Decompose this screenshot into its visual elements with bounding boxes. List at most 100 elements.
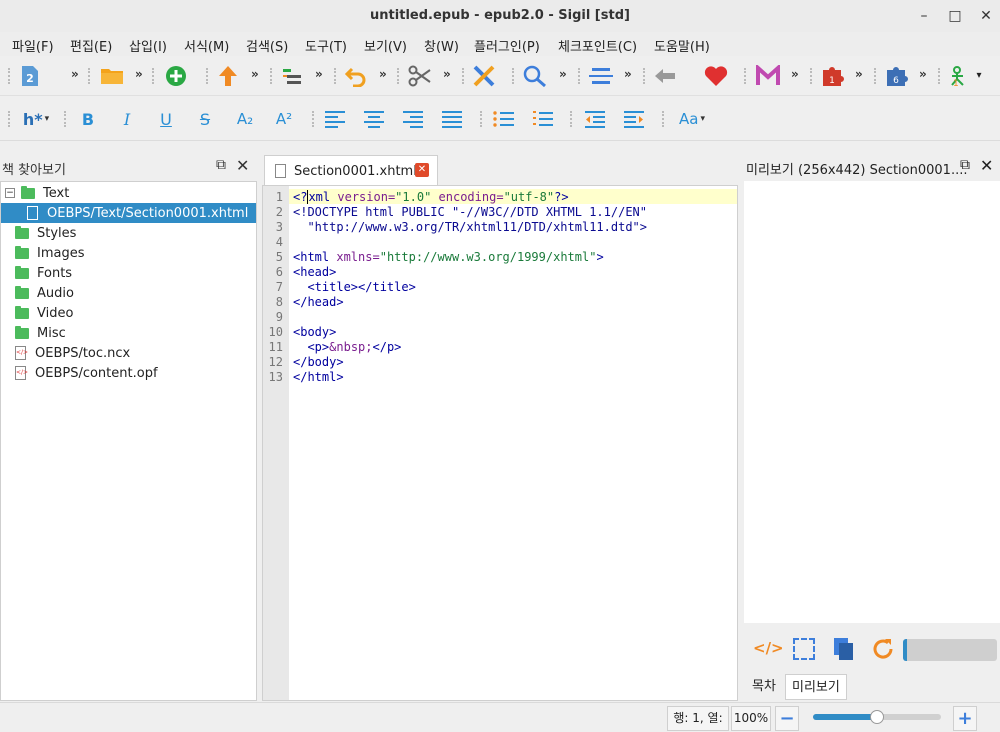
- toolbar-overflow[interactable]: »: [559, 67, 567, 81]
- plugin-run-icon[interactable]: 1: [947, 64, 973, 88]
- float-panel-icon[interactable]: ⧉: [216, 157, 226, 173]
- indent-icon[interactable]: [622, 107, 646, 131]
- toolbar-grip[interactable]: [480, 111, 483, 127]
- change-case-dropdown[interactable]: Aa ▾: [672, 107, 712, 131]
- tree-item-fonts-folder[interactable]: Fonts: [1, 263, 256, 283]
- code-editor[interactable]: 1 2 3 4 5 6 7 8 9 10 11 12 13 <?xml version="1.0" en…: [262, 185, 738, 701]
- heading-dropdown[interactable]: h* ▾: [18, 107, 54, 131]
- split-chapter-icon[interactable]: [280, 64, 304, 88]
- new-epub2-icon[interactable]: 2: [18, 64, 42, 88]
- tree-item-video-folder[interactable]: Video: [1, 303, 256, 323]
- tab-section0001[interactable]: Section0001.xhtml ✕: [264, 155, 438, 185]
- add-file-icon[interactable]: [164, 64, 188, 88]
- toolbar-grip[interactable]: [570, 111, 573, 127]
- toolbar-overflow[interactable]: »: [624, 67, 632, 81]
- align-justify-icon[interactable]: [440, 107, 464, 131]
- numbered-list-icon[interactable]: [531, 107, 555, 131]
- strikethrough-button[interactable]: S: [193, 107, 217, 131]
- tree-item-content-opf[interactable]: </> OEBPS/content.opf: [1, 363, 256, 383]
- toolbar-grip[interactable]: [662, 111, 665, 127]
- arrow-left-icon[interactable]: [652, 64, 678, 88]
- toolbar-grip[interactable]: [334, 68, 337, 84]
- zoom-slider[interactable]: [805, 710, 949, 724]
- menu-file[interactable]: 파일(F): [12, 36, 54, 55]
- validate-icon[interactable]: [472, 64, 496, 88]
- open-folder-icon[interactable]: [99, 64, 125, 88]
- subscript-button[interactable]: A₂: [232, 107, 258, 131]
- toolbar-grip[interactable]: [312, 111, 315, 127]
- select-all-icon[interactable]: [793, 638, 815, 660]
- tab-preview[interactable]: 미리보기: [785, 674, 847, 700]
- zoom-slider-handle[interactable]: [870, 710, 884, 724]
- toolbar-grip[interactable]: [744, 68, 747, 84]
- minimize-button[interactable]: –: [914, 6, 934, 26]
- align-center-icon[interactable]: [362, 107, 386, 131]
- toolbar-grip[interactable]: [578, 68, 581, 84]
- collapse-icon[interactable]: −: [5, 188, 15, 198]
- close-tab-icon[interactable]: ✕: [415, 163, 429, 177]
- toolbar-grip[interactable]: [64, 111, 67, 127]
- arrow-up-icon[interactable]: [216, 64, 240, 88]
- code-view-icon[interactable]: </>: [753, 639, 784, 657]
- toolbar-grip[interactable]: [874, 68, 877, 84]
- tree-item-toc-ncx[interactable]: </> OEBPS/toc.ncx: [1, 343, 256, 363]
- toolbar-overflow[interactable]: »: [315, 67, 323, 81]
- align-right-icon[interactable]: [401, 107, 425, 131]
- close-panel-icon[interactable]: ✕: [980, 156, 993, 175]
- tree-item-text-folder[interactable]: − Text: [1, 183, 256, 203]
- toolbar-overflow[interactable]: »: [71, 67, 79, 81]
- outdent-icon[interactable]: [583, 107, 607, 131]
- underline-button[interactable]: U: [154, 107, 178, 131]
- tree-item-audio-folder[interactable]: Audio: [1, 283, 256, 303]
- close-button[interactable]: ✕: [976, 6, 996, 26]
- maximize-button[interactable]: □: [945, 6, 965, 26]
- toolbar-overflow[interactable]: »: [443, 67, 451, 81]
- menu-edit[interactable]: 편집(E): [70, 36, 112, 55]
- toolbar-overflow[interactable]: »: [855, 67, 863, 81]
- undo-icon[interactable]: [344, 64, 368, 88]
- menu-help[interactable]: 도움말(H): [654, 36, 710, 55]
- toolbar-grip[interactable]: [462, 68, 465, 84]
- italic-button[interactable]: I: [115, 107, 139, 131]
- toolbar-grip[interactable]: [270, 68, 273, 84]
- heart-icon[interactable]: [703, 64, 729, 88]
- bold-button[interactable]: B: [76, 107, 100, 131]
- metadata-icon[interactable]: [755, 64, 781, 88]
- menu-search[interactable]: 검색(S): [246, 36, 288, 55]
- toolbar-grip[interactable]: [8, 68, 11, 84]
- plugin-puzzle-red-icon[interactable]: 1: [820, 64, 846, 88]
- tree-item-styles-folder[interactable]: Styles: [1, 223, 256, 243]
- menu-insert[interactable]: 삽입(I): [129, 36, 167, 55]
- menu-view[interactable]: 보기(V): [364, 36, 407, 55]
- toolbar-grip[interactable]: [152, 68, 155, 84]
- float-panel-icon[interactable]: ⧉: [960, 157, 970, 173]
- table-of-contents-icon[interactable]: [588, 64, 614, 88]
- toolbar-grip[interactable]: [512, 68, 515, 84]
- zoom-in-button[interactable]: +: [953, 706, 977, 731]
- tab-toc[interactable]: 목차: [747, 674, 781, 700]
- toolbar-grip[interactable]: [810, 68, 813, 84]
- toolbar-overflow[interactable]: »: [251, 67, 259, 81]
- bullet-list-icon[interactable]: [492, 107, 516, 131]
- toolbar-grip[interactable]: [938, 68, 941, 84]
- toolbar-overflow[interactable]: »: [135, 67, 143, 81]
- menu-tools[interactable]: 도구(T): [305, 36, 347, 55]
- tree-item-misc-folder[interactable]: Misc: [1, 323, 256, 343]
- chevron-down-icon[interactable]: ▾: [973, 67, 985, 83]
- toolbar-overflow[interactable]: »: [379, 67, 387, 81]
- copy-icon[interactable]: [833, 637, 855, 661]
- tree-item-images-folder[interactable]: Images: [1, 243, 256, 263]
- close-panel-icon[interactable]: ✕: [236, 156, 249, 175]
- zoom-out-button[interactable]: −: [775, 706, 799, 731]
- toolbar-grip[interactable]: [206, 68, 209, 84]
- menu-window[interactable]: 창(W): [424, 36, 459, 55]
- cut-icon[interactable]: [407, 64, 433, 88]
- menu-plugins[interactable]: 플러그인(P): [474, 36, 540, 55]
- tree-item-section0001[interactable]: OEBPS/Text/Section0001.xhtml: [1, 203, 256, 223]
- menu-format[interactable]: 서식(M): [184, 36, 229, 55]
- preview-pane[interactable]: [744, 181, 1000, 623]
- align-left-icon[interactable]: [323, 107, 347, 131]
- toolbar-grip[interactable]: [8, 111, 11, 127]
- plugin-puzzle-blue-icon[interactable]: 6: [884, 64, 910, 88]
- superscript-button[interactable]: A²: [271, 107, 297, 131]
